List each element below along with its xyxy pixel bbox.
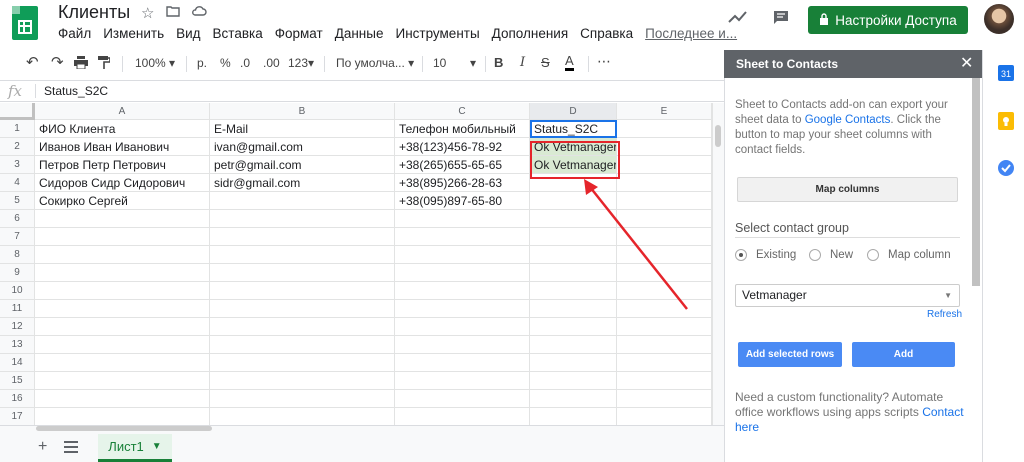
fx-icon: fx [8,82,23,100]
comments-icon[interactable] [772,10,790,31]
contact-group-select[interactable]: Vetmanager ▼ [735,284,960,307]
more-icon[interactable]: ⋯ [597,53,611,70]
refresh-link[interactable]: Refresh [927,309,962,320]
close-icon[interactable]: ✕ [960,53,973,73]
strikethrough-button[interactable]: S [541,55,550,70]
keep-icon[interactable] [998,112,1014,130]
decrease-decimals[interactable]: .0 [240,56,250,70]
annotation-arrow [584,179,688,310]
google-contacts-link[interactable]: Google Contacts [805,114,891,126]
percent-format[interactable]: % [220,56,231,70]
radio-new-label: New [830,249,854,261]
undo-icon[interactable]: ↶ [26,53,39,71]
radio-map-column-label: Map column [888,249,951,261]
move-folder-icon[interactable] [166,4,180,21]
contact-group-value: Vetmanager [742,288,807,302]
addon-panel-title: Sheet to Contacts [736,57,839,71]
menu-addons[interactable]: Дополнения [486,26,574,41]
font-select[interactable]: По умолча... ▾ [336,56,414,70]
addon-footer-text: Need a custom functionality? Automate of… [735,390,964,434]
radio-new[interactable] [809,249,821,261]
contact-group-heading: Select contact group [735,221,849,235]
formula-bar: fx Status_S2C [0,80,724,102]
tasks-icon[interactable] [998,160,1014,176]
more-formats[interactable]: 123▾ [288,56,314,70]
bold-button[interactable]: B [494,55,503,70]
menu-bar: Файл Изменить Вид Вставка Формат Данные … [52,26,743,41]
radio-existing[interactable] [735,249,747,261]
horizontal-scroll-thumb[interactable] [36,426,212,431]
menu-insert[interactable]: Вставка [207,26,269,41]
cloud-status-icon[interactable] [191,4,207,21]
map-columns-button[interactable]: Map columns [737,177,958,202]
menu-view[interactable]: Вид [170,26,206,41]
font-size-select[interactable]: 10 [433,56,446,70]
formula-input[interactable]: Status_S2C [44,84,108,98]
sheets-logo-icon[interactable] [12,6,38,40]
text-color-button[interactable]: A [565,53,574,71]
addon-intro-text: Sheet to Contacts add-on can export your… [735,99,948,156]
menu-file[interactable]: Файл [52,26,97,41]
italic-button[interactable]: I [520,55,525,70]
currency-format[interactable]: р. [197,56,207,70]
share-button-label: Настройки Доступа [835,12,957,28]
calendar-icon[interactable]: 31 [998,65,1014,81]
vertical-scroll-thumb[interactable] [715,125,721,147]
addon-panel-header: Sheet to Contacts ✕ [724,50,982,78]
vertical-scrollbar[interactable] [712,103,724,425]
panel-scrollbar[interactable] [972,78,980,286]
chevron-down-icon[interactable]: ▼ [152,441,162,452]
zoom-select[interactable]: 100% ▾ [135,56,175,70]
radio-existing-label: Existing [756,249,797,261]
menu-edit[interactable]: Изменить [97,26,170,41]
redo-icon[interactable]: ↷ [51,53,64,71]
menu-data[interactable]: Данные [329,26,390,41]
menu-format[interactable]: Формат [269,26,329,41]
increase-decimals[interactable]: .00 [263,56,280,70]
chevron-down-icon: ▼ [944,291,952,300]
add-button[interactable]: Add [852,342,955,367]
sheet-tab[interactable]: Лист1 ▼ [98,434,172,462]
activity-trend-icon[interactable] [728,10,748,29]
menu-tools[interactable]: Инструменты [389,26,485,41]
share-button[interactable]: Настройки Доступа [808,6,968,34]
star-icon[interactable]: ☆ [141,4,154,22]
spreadsheet-grid: A B C D E 1 ФИО Клиента E-Mail Телефон моби… [0,103,712,425]
sheet-tab-label: Лист1 [108,439,144,454]
paint-format-icon[interactable] [98,56,111,73]
add-sheet-icon[interactable]: + [38,438,47,456]
add-selected-rows-button[interactable]: Add selected rows [738,342,842,367]
print-icon[interactable] [74,56,88,72]
toolbar: ↶ ↷ 100% ▾ р. % .0 .00 123▾ По умолча...… [0,50,724,78]
document-title[interactable]: Клиенты [58,2,130,23]
radio-map-column[interactable] [867,249,879,261]
menu-help[interactable]: Справка [574,26,639,41]
lock-icon [819,12,829,28]
font-size-dropdown-icon[interactable]: ▾ [470,56,476,70]
all-sheets-icon[interactable] [64,440,78,458]
avatar[interactable] [984,4,1014,34]
